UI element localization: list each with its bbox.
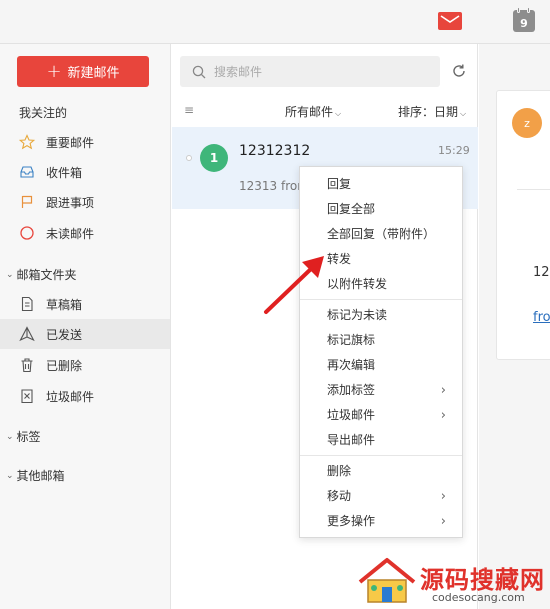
folders-heading: 邮箱文件夹 — [16, 268, 77, 282]
menu-item-label: 回复全部 — [327, 202, 376, 216]
menu-item-reply[interactable]: 回复 — [300, 172, 462, 197]
filter-dropdown[interactable]: 所有邮件 ⌵ — [285, 103, 341, 120]
unread-dot-icon[interactable] — [186, 155, 192, 161]
menu-item-label: 标记旗标 — [327, 333, 376, 347]
menu-item-label: 全部回复（带附件） — [327, 227, 436, 241]
sort-label: 排序：日期 — [398, 105, 459, 119]
reading-pane: z 12: fro — [479, 44, 550, 609]
other-mailboxes-heading: 其他邮箱 — [16, 469, 65, 483]
chevron-right-icon: › — [440, 383, 446, 398]
mail-icon[interactable] — [438, 12, 462, 30]
message-body-text: 12: — [533, 265, 550, 280]
folders-toggle[interactable]: ⌄ 邮箱文件夹 — [6, 266, 77, 283]
menu-item-edit-again[interactable]: 再次编辑 — [300, 353, 462, 378]
sidebar-item-label: 未读邮件 — [46, 226, 95, 241]
chevron-right-icon: › — [440, 514, 446, 529]
watermark-url: codesocang.com — [432, 591, 525, 604]
plus-icon: + — [46, 60, 62, 82]
menu-item-move[interactable]: 移动 › — [300, 484, 462, 509]
trash-icon — [19, 357, 35, 373]
chevron-down-icon: ⌄ — [6, 470, 14, 481]
chevron-down-icon: ⌵ — [460, 109, 467, 118]
calendar-icon[interactable]: 9 — [513, 7, 535, 32]
sidebar-item-followup[interactable]: 跟进事项 — [0, 187, 170, 217]
search-icon — [192, 65, 206, 78]
divider — [517, 189, 550, 190]
sidebar-item-label: 已删除 — [46, 358, 83, 373]
compose-button[interactable]: + 新建邮件 — [17, 56, 149, 87]
menu-item-label: 删除 — [327, 464, 352, 478]
list-toolbar: ≡ 所有邮件 ⌵ 排序：日期 ⌵ — [172, 100, 478, 122]
menu-item-add-tag[interactable]: 添加标签 › — [300, 378, 462, 403]
chevron-down-icon: ⌵ — [335, 109, 342, 118]
sidebar-item-sent[interactable]: 已发送 — [0, 319, 170, 349]
tags-toggle[interactable]: ⌄ 标签 — [6, 428, 41, 445]
chevron-down-icon: ⌄ — [6, 431, 14, 442]
menu-item-reply-all-with-attachments[interactable]: 全部回复（带附件） — [300, 222, 462, 247]
sent-icon — [19, 326, 35, 342]
compose-label: 新建邮件 — [67, 66, 120, 81]
menu-divider — [300, 455, 462, 456]
sort-dropdown[interactable]: 排序：日期 ⌵ — [398, 103, 466, 120]
mail-time: 15:29 — [438, 144, 470, 157]
sidebar-item-label: 垃圾邮件 — [46, 389, 95, 404]
refresh-icon[interactable] — [451, 63, 467, 79]
chevron-down-icon: ⌄ — [6, 269, 14, 280]
avatar: 1 — [200, 144, 228, 172]
sidebar-item-label: 重要邮件 — [46, 135, 95, 150]
favorites-heading: 我关注的 — [19, 106, 68, 120]
sidebar-item-deleted[interactable]: 已删除 — [0, 350, 170, 380]
sidebar-item-label: 收件箱 — [46, 165, 83, 180]
sidebar-item-label: 已发送 — [46, 327, 83, 342]
menu-item-label: 回复 — [327, 177, 352, 191]
avatar: z — [512, 108, 542, 138]
menu-item-export[interactable]: 导出邮件 — [300, 428, 462, 453]
star-icon — [19, 134, 35, 150]
menu-item-label: 标记为未读 — [327, 308, 388, 322]
sidebar-item-unread[interactable]: 未读邮件 — [0, 218, 170, 248]
menu-item-more-actions[interactable]: 更多操作 › — [300, 509, 462, 534]
tags-heading: 标签 — [16, 430, 41, 444]
annotation-arrow-icon — [264, 256, 324, 314]
sidebar-item-inbox[interactable]: 收件箱 — [0, 157, 170, 187]
sidebar-item-label: 草稿箱 — [46, 297, 83, 312]
menu-item-flag[interactable]: 标记旗标 — [300, 328, 462, 353]
menu-item-reply-all[interactable]: 回复全部 — [300, 197, 462, 222]
sidebar-item-important[interactable]: 重要邮件 — [0, 127, 170, 157]
flag-icon — [19, 194, 35, 210]
spam-icon — [19, 388, 35, 404]
draft-icon — [19, 296, 35, 312]
menu-item-label: 更多操作 — [327, 514, 376, 528]
menu-item-label: 垃圾邮件 — [327, 408, 376, 422]
collapse-sidebar-icon[interactable]: ≡ — [184, 103, 194, 117]
menu-item-label: 再次编辑 — [327, 358, 376, 372]
calendar-day: 9 — [520, 17, 528, 30]
watermark-house-logo — [358, 558, 416, 603]
other-mailboxes-toggle[interactable]: ⌄ 其他邮箱 — [6, 467, 65, 484]
menu-item-label: 导出邮件 — [327, 433, 376, 447]
circle-icon — [19, 225, 35, 241]
sidebar: + 新建邮件 我关注的 重要邮件 收件箱 跟进事项 未读邮件 ⌄ 邮箱文件夹 草… — [0, 44, 171, 609]
message-link[interactable]: fro — [533, 310, 550, 325]
inbox-icon — [19, 164, 35, 180]
watermark-title: 源码搜藏网 — [420, 566, 545, 594]
context-menu: 回复 回复全部 全部回复（带附件） 转发 以附件转发 标记为未读 标记旗标 再次… — [299, 166, 463, 538]
filter-label: 所有邮件 — [285, 105, 334, 119]
sidebar-item-spam[interactable]: 垃圾邮件 — [0, 381, 170, 411]
chevron-right-icon: › — [440, 489, 446, 504]
sidebar-item-drafts[interactable]: 草稿箱 — [0, 289, 170, 319]
menu-item-delete[interactable]: 删除 — [300, 459, 462, 484]
search-input[interactable] — [214, 64, 414, 79]
menu-item-spam[interactable]: 垃圾邮件 › — [300, 403, 462, 428]
message-card: z 12: fro — [496, 90, 550, 360]
mail-sender: 12312312 — [239, 143, 311, 159]
top-bar: 9 — [0, 0, 550, 44]
chevron-right-icon: › — [440, 408, 446, 423]
sidebar-item-label: 跟进事项 — [46, 195, 95, 210]
menu-item-label: 移动 — [327, 489, 352, 503]
menu-item-label: 以附件转发 — [327, 277, 388, 291]
search-box[interactable] — [180, 56, 440, 87]
menu-item-label: 添加标签 — [327, 383, 376, 397]
